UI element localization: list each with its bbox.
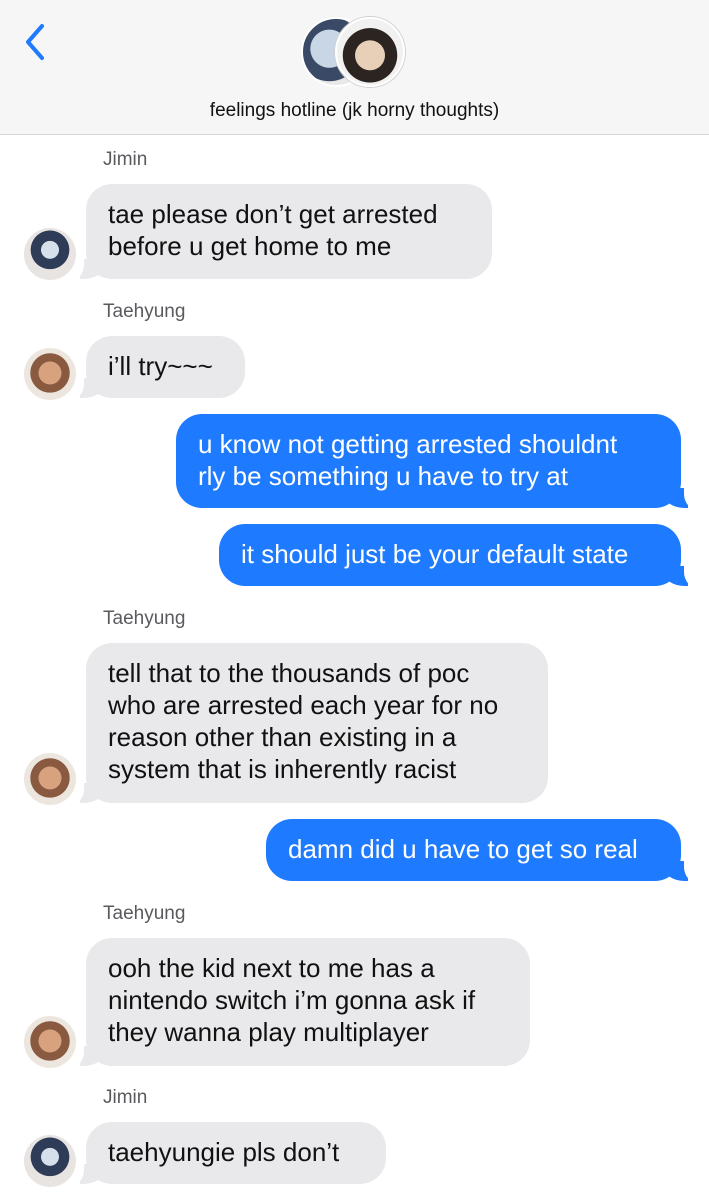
message-bubble-incoming[interactable]: i’ll try~~~: [86, 336, 245, 398]
message-line: it should just be your default state: [241, 539, 629, 569]
message-line: reason other than existing in a: [108, 722, 457, 752]
message-line: system that is inherently racist: [108, 754, 457, 784]
message-line: rly be something u have to try at: [198, 461, 568, 491]
message-bubble-outgoing[interactable]: it should just be your default state: [219, 524, 681, 586]
sender-name: Jimin: [103, 149, 148, 170]
chevron-left-icon[interactable]: [20, 22, 50, 62]
sender-name: Taehyung: [103, 903, 186, 924]
message-bubble-incoming[interactable]: ooh the kid next to me has a nintendo sw…: [86, 938, 530, 1066]
message-line: they wanna play multiplayer: [108, 1017, 429, 1047]
message-line: before u get home to me: [108, 231, 392, 261]
message-line: tae please don’t get arrested: [108, 199, 438, 229]
message-line: nintendo switch i’m gonna ask if: [108, 985, 476, 1015]
avatar-taehyung[interactable]: [24, 1016, 76, 1068]
avatar-jimin[interactable]: [24, 1135, 76, 1187]
message-line: u know not getting arrested shouldnt: [198, 429, 618, 459]
message-line: who are arrested each year for no: [108, 690, 499, 720]
message-line: taehyungie pls don’t: [108, 1137, 340, 1167]
message-bubble-incoming[interactable]: taehyungie pls don’t: [86, 1122, 386, 1184]
message-line: ooh the kid next to me has a: [108, 953, 435, 983]
group-avatars[interactable]: [301, 17, 411, 91]
message-bubble-outgoing[interactable]: damn did u have to get so real: [266, 819, 681, 881]
avatar-taehyung[interactable]: [24, 753, 76, 805]
message-line: i’ll try~~~: [108, 351, 213, 381]
message-bubble-outgoing[interactable]: u know not getting arrested shouldnt rly…: [176, 414, 681, 508]
conversation-header: feelings hotline (jk horny thoughts): [0, 0, 709, 135]
message-bubble-incoming[interactable]: tae please don’t get arrested before u g…: [86, 184, 492, 279]
sender-name: Taehyung: [103, 301, 186, 322]
sender-name: Taehyung: [103, 608, 186, 629]
message-line: damn did u have to get so real: [288, 834, 638, 864]
message-line: tell that to the thousands of poc: [108, 658, 470, 688]
group-avatar-jungkook: [335, 17, 405, 87]
avatar-taehyung[interactable]: [24, 348, 76, 400]
sender-name: Jimin: [103, 1087, 148, 1108]
avatar-jimin[interactable]: [24, 228, 76, 280]
conversation-title[interactable]: feelings hotline (jk horny thoughts): [0, 100, 709, 122]
message-bubble-incoming[interactable]: tell that to the thousands of poc who ar…: [86, 643, 548, 803]
